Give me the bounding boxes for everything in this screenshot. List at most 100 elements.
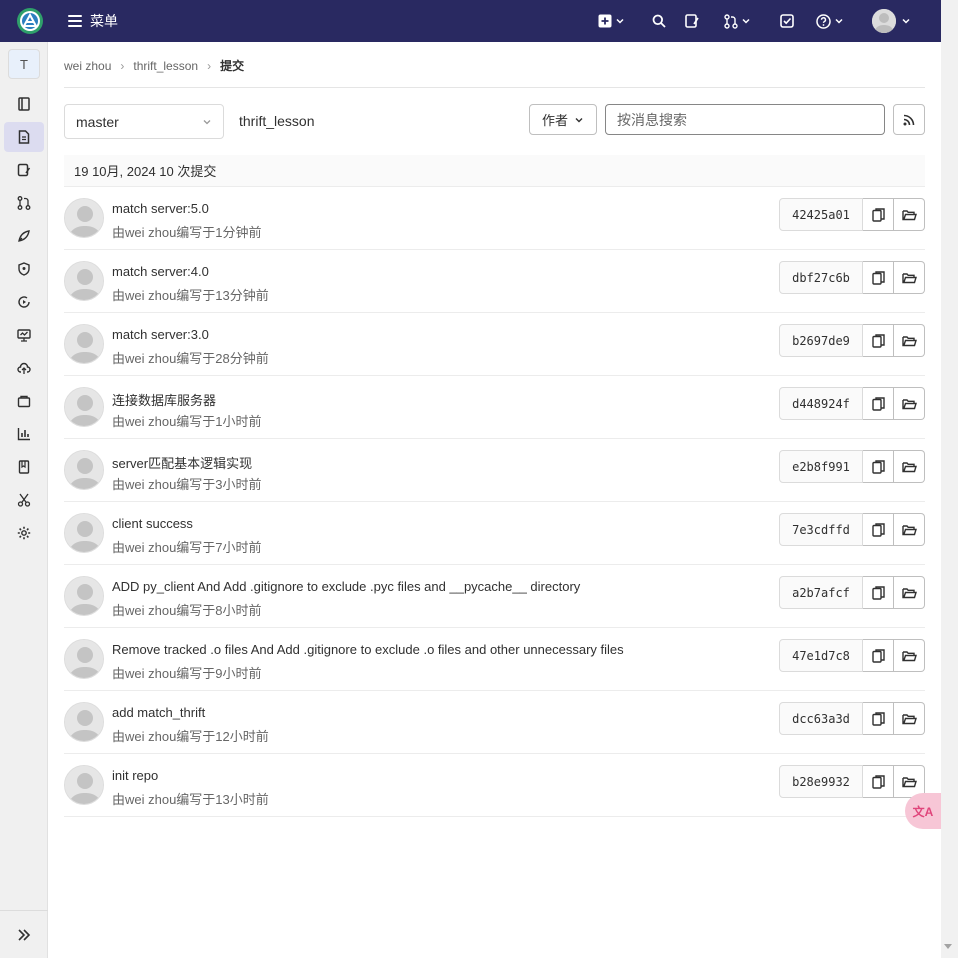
commit-sha-button[interactable]: b2697de9 <box>779 324 863 357</box>
commit-sha-button[interactable]: 47e1d7c8 <box>779 639 863 672</box>
commit-title[interactable]: client success <box>112 516 193 531</box>
user-avatar[interactable] <box>872 9 896 33</box>
search-button[interactable] <box>652 12 666 30</box>
copy-sha-button[interactable] <box>863 450 894 483</box>
user-menu-caret[interactable] <box>902 12 910 30</box>
main-menu-label: 菜单 <box>90 13 118 29</box>
breadcrumb-current[interactable]: 提交 <box>220 57 244 74</box>
commit-sha-button[interactable]: 42425a01 <box>779 198 863 231</box>
commit-title[interactable]: match server:5.0 <box>112 201 209 216</box>
browse-files-button[interactable] <box>894 639 925 672</box>
author-avatar[interactable] <box>64 261 104 301</box>
commit-sha-button[interactable]: d448924f <box>779 387 863 420</box>
commit-meta: 由wei zhou编写于8小时前 <box>112 603 262 618</box>
commit-actions: dbf27c6b <box>779 261 925 294</box>
browse-files-button[interactable] <box>894 450 925 483</box>
sidebar-item-deployments[interactable] <box>4 287 44 317</box>
top-navbar: 菜单 <box>0 0 941 42</box>
commit-title[interactable]: server匹配基本逻辑实现 <box>112 453 252 472</box>
commit-title[interactable]: add match_thrift <box>112 705 205 720</box>
folder-open-icon <box>901 209 917 220</box>
commit-title[interactable]: 连接数据库服务器 <box>112 390 216 409</box>
browse-files-button[interactable] <box>894 702 925 735</box>
sidebar-item-wiki[interactable] <box>4 452 44 482</box>
copy-icon <box>871 396 885 411</box>
todos-button[interactable] <box>780 12 794 30</box>
default-avatar-icon <box>65 640 103 678</box>
browse-files-button[interactable] <box>894 387 925 420</box>
sidebar-item-snippets[interactable] <box>4 485 44 515</box>
copy-sha-button[interactable] <box>863 261 894 294</box>
merge-requests-button[interactable] <box>724 12 750 30</box>
copy-sha-button[interactable] <box>863 576 894 609</box>
copy-sha-button[interactable] <box>863 765 894 798</box>
sidebar-item-analytics[interactable] <box>4 419 44 449</box>
new-dropdown-button[interactable] <box>598 12 624 30</box>
sidebar-item-issues[interactable] <box>4 155 44 185</box>
todo-check-icon <box>780 14 794 28</box>
copy-sha-button[interactable] <box>863 198 894 231</box>
commit-actions: d448924f <box>779 387 925 420</box>
copy-sha-button[interactable] <box>863 513 894 546</box>
main-menu-button[interactable]: 菜单 <box>68 11 118 31</box>
author-avatar[interactable] <box>64 639 104 679</box>
author-avatar[interactable] <box>64 198 104 238</box>
sidebar-item-packages[interactable] <box>4 386 44 416</box>
commit-title[interactable]: Remove tracked .o files And Add .gitigno… <box>112 642 624 657</box>
rss-icon <box>903 114 915 125</box>
chevron-down-icon <box>742 18 750 24</box>
sidebar-item-merge-requests[interactable] <box>4 188 44 218</box>
gitlab-logo-icon[interactable] <box>16 7 44 35</box>
commit-sha-button[interactable]: a2b7afcf <box>779 576 863 609</box>
sidebar-item-repository[interactable] <box>4 122 44 152</box>
author-avatar[interactable] <box>64 576 104 616</box>
commit-sha-button[interactable]: dcc63a3d <box>779 702 863 735</box>
copy-sha-button[interactable] <box>863 702 894 735</box>
commit-sha-button[interactable]: b28e9932 <box>779 765 863 798</box>
browse-files-button[interactable] <box>894 324 925 357</box>
copy-sha-button[interactable] <box>863 639 894 672</box>
sidebar-item-cicd[interactable] <box>4 221 44 251</box>
author-avatar[interactable] <box>64 387 104 427</box>
commit-title[interactable]: init repo <box>112 768 158 783</box>
browse-files-button[interactable] <box>894 576 925 609</box>
commit-sha-button[interactable]: e2b8f991 <box>779 450 863 483</box>
browse-files-button[interactable] <box>894 513 925 546</box>
author-avatar[interactable] <box>64 702 104 742</box>
plus-square-icon <box>598 14 612 28</box>
translate-widget-button[interactable]: 文A <box>905 793 941 829</box>
scroll-down-arrow-icon[interactable] <box>944 944 952 949</box>
collapse-sidebar-button[interactable] <box>0 910 48 958</box>
commit-sha-button[interactable]: 7e3cdffd <box>779 513 863 546</box>
author-filter-button[interactable]: 作者 <box>529 104 597 135</box>
sidebar-item-project[interactable] <box>4 89 44 119</box>
copy-sha-button[interactable] <box>863 324 894 357</box>
issues-button[interactable] <box>685 12 700 30</box>
sidebar-item-security[interactable] <box>4 254 44 284</box>
search-by-message-input[interactable] <box>605 104 885 135</box>
help-dropdown-button[interactable] <box>816 12 843 30</box>
branch-dropdown[interactable]: master <box>64 104 224 139</box>
page-scrollbar[interactable] <box>941 0 958 958</box>
rss-feed-button[interactable] <box>893 104 925 135</box>
author-avatar[interactable] <box>64 324 104 364</box>
author-avatar[interactable] <box>64 765 104 805</box>
browse-files-button[interactable] <box>894 198 925 231</box>
commit-title[interactable]: match server:3.0 <box>112 327 209 342</box>
sidebar-item-infrastructure[interactable] <box>4 353 44 383</box>
breadcrumb-project[interactable]: thrift_lesson <box>133 59 198 73</box>
commit-title[interactable]: ADD py_client And Add .gitignore to excl… <box>112 579 580 594</box>
folder-open-icon <box>901 587 917 598</box>
commit-sha-button[interactable]: dbf27c6b <box>779 261 863 294</box>
sidebar-item-monitor[interactable] <box>4 320 44 350</box>
project-avatar[interactable]: T <box>8 49 40 79</box>
author-avatar[interactable] <box>64 513 104 553</box>
browse-files-button[interactable] <box>894 261 925 294</box>
breadcrumb-owner[interactable]: wei zhou <box>64 59 111 73</box>
chevron-down-icon <box>835 18 843 24</box>
copy-sha-button[interactable] <box>863 387 894 420</box>
commit-title[interactable]: match server:4.0 <box>112 264 209 279</box>
sidebar-item-settings[interactable] <box>4 518 44 548</box>
commit-meta: 由wei zhou编写于7小时前 <box>112 540 262 555</box>
author-avatar[interactable] <box>64 450 104 490</box>
